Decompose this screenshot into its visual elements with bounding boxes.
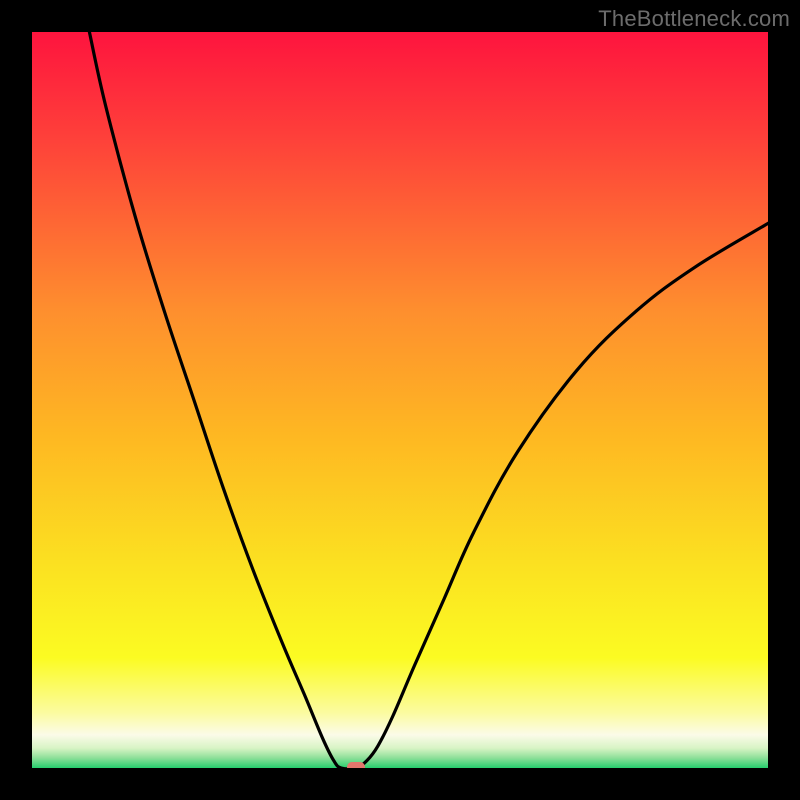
watermark-text: TheBottleneck.com: [598, 6, 790, 32]
chart-frame: TheBottleneck.com: [0, 0, 800, 800]
plot-area: [32, 32, 768, 768]
bottleneck-curve: [32, 32, 768, 768]
optimum-marker: [347, 762, 365, 768]
